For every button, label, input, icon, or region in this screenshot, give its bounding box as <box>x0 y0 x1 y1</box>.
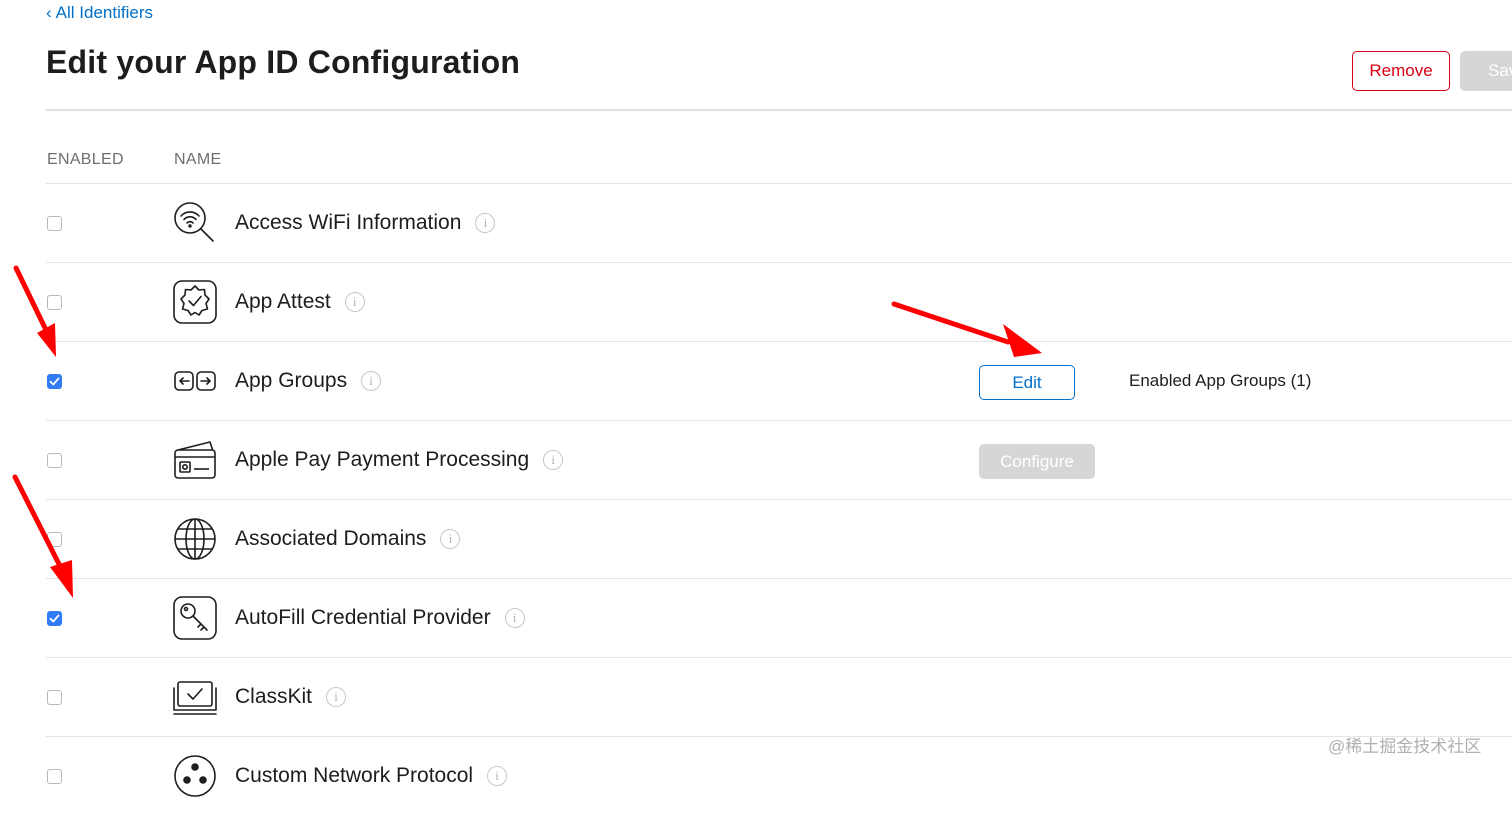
capability-name-label: App Groups <box>235 369 348 392</box>
page-title: Edit your App ID Configuration <box>46 44 521 80</box>
info-icon[interactable]: i <box>504 608 525 628</box>
enable-checkbox[interactable] <box>47 690 62 705</box>
capability-row-app-groups: App Groups i Edit Enabled App Groups (1) <box>46 342 1512 421</box>
credit-card-icon <box>172 437 218 483</box>
capability-name-label: Custom Network Protocol <box>235 764 474 787</box>
capability-name: Apple Pay Payment Processing i <box>235 448 564 472</box>
checkmark-icon <box>49 614 60 623</box>
save-button[interactable]: Save <box>1460 51 1512 91</box>
info-icon[interactable]: i <box>475 213 496 233</box>
capability-row-associated-domains: Associated Domains i <box>46 500 1512 579</box>
enable-checkbox[interactable] <box>47 374 62 389</box>
capability-row-classkit: ClassKit i <box>46 658 1512 737</box>
info-icon[interactable]: i <box>344 292 365 312</box>
app-groups-icon <box>172 358 218 404</box>
capability-name-label: Associated Domains <box>235 527 427 550</box>
configure-button[interactable]: Configure <box>979 444 1095 479</box>
wifi-search-icon <box>172 200 218 246</box>
capability-name: App Groups i <box>235 369 382 393</box>
capabilities-list: Access WiFi Information i App Attest i A… <box>0 184 1512 815</box>
capability-name: App Attest i <box>235 290 365 314</box>
info-icon[interactable]: i <box>326 687 347 707</box>
capability-name: Associated Domains i <box>235 527 461 551</box>
enable-checkbox[interactable] <box>47 611 62 626</box>
enable-checkbox[interactable] <box>47 769 62 784</box>
capability-name: ClassKit i <box>235 685 347 709</box>
info-icon[interactable]: i <box>487 766 508 786</box>
key-icon <box>172 595 218 641</box>
enable-checkbox[interactable] <box>47 295 62 310</box>
capability-name-label: ClassKit <box>235 685 313 708</box>
capability-name: Custom Network Protocol i <box>235 764 508 788</box>
globe-icon <box>172 516 218 562</box>
capability-name-label: AutoFill Credential Provider <box>235 606 491 629</box>
title-divider <box>46 109 1512 111</box>
capability-name-label: Access WiFi Information <box>235 211 462 234</box>
back-link-all-identifiers[interactable]: ‹ All Identifiers <box>46 3 153 23</box>
checkmark-icon <box>49 377 60 386</box>
capability-row-autofill-credential-provider: AutoFill Credential Provider i <box>46 579 1512 658</box>
capability-name-label: Apple Pay Payment Processing <box>235 448 530 471</box>
enable-checkbox[interactable] <box>47 216 62 231</box>
capability-row-apple-pay-payment-processing: Apple Pay Payment Processing i Configure <box>46 421 1512 500</box>
badge-check-icon <box>172 279 218 325</box>
column-header-name: NAME <box>174 151 222 168</box>
capability-name: AutoFill Credential Provider i <box>235 606 525 630</box>
capability-name-label: App Attest <box>235 290 331 313</box>
info-icon[interactable]: i <box>543 450 564 470</box>
info-icon[interactable]: i <box>440 529 461 549</box>
edit-app-groups-button[interactable]: Edit <box>979 365 1075 400</box>
remove-button[interactable]: Remove <box>1352 51 1450 91</box>
info-icon[interactable]: i <box>361 371 382 391</box>
capability-row-custom-network-protocol: Custom Network Protocol i <box>46 737 1512 815</box>
capability-row-access-wifi-information: Access WiFi Information i <box>46 184 1512 263</box>
enable-checkbox[interactable] <box>47 453 62 468</box>
chevron-left-icon: ‹ <box>46 3 52 22</box>
enable-checkbox[interactable] <box>47 532 62 547</box>
classkit-icon <box>172 674 218 720</box>
capability-name: Access WiFi Information i <box>235 211 496 235</box>
back-link-label: All Identifiers <box>55 3 153 22</box>
watermark: @稀土掘金技术社区 <box>1328 737 1482 756</box>
column-header-enabled: ENABLED <box>47 151 124 168</box>
capability-row-app-attest: App Attest i <box>46 263 1512 342</box>
network-protocol-icon <box>172 753 218 799</box>
enabled-app-groups-count: Enabled App Groups (1) <box>1129 371 1312 390</box>
